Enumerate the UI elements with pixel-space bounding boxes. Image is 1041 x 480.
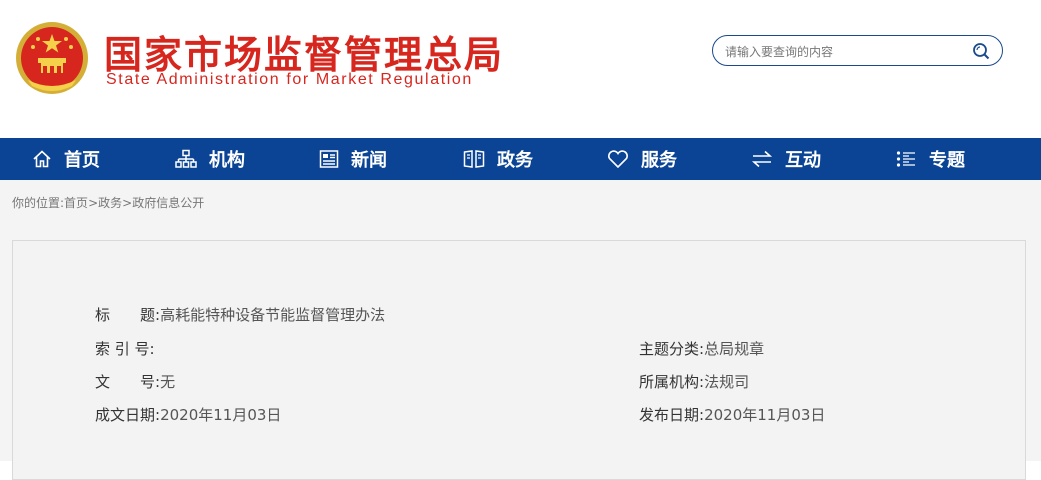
publish-label: 发布日期: [639, 406, 705, 424]
nav-org[interactable]: 机构 [175, 138, 245, 180]
nav-home[interactable]: 首页 [32, 138, 100, 180]
nav-news[interactable]: 新闻 [319, 138, 387, 180]
search-box [712, 35, 1003, 66]
nav-org-label: 机构 [209, 150, 245, 171]
breadcrumb-info[interactable]: 政府信息公开 [132, 196, 204, 210]
doc-value: 无 [160, 373, 176, 391]
news-icon [319, 150, 339, 168]
info-date-row: 成文日期:2020年11月03日 [95, 404, 281, 425]
nav-gov[interactable]: 政务 [463, 138, 533, 180]
site-title-en[interactable]: State Administration for Market Regulati… [106, 71, 473, 89]
date-value: 2020年11月03日 [160, 406, 282, 424]
search-icon[interactable] [972, 42, 990, 60]
doc-label: 文 号: [95, 373, 161, 391]
book-icon [463, 150, 485, 168]
org-chart-icon [175, 149, 197, 168]
topic-list-icon [896, 151, 915, 167]
nav-service[interactable]: 服务 [607, 138, 677, 180]
national-emblem-icon[interactable] [14, 20, 90, 96]
nav-topic-label: 专题 [929, 150, 965, 171]
nav-news-label: 新闻 [351, 150, 387, 171]
info-doc-row: 文 号:无 [95, 371, 175, 392]
info-publish-row: 发布日期:2020年11月03日 [639, 404, 825, 425]
breadcrumb-gov[interactable]: 政务 [98, 196, 122, 210]
nav-interact-label: 互动 [785, 150, 821, 171]
nav-interact[interactable]: 互动 [751, 138, 821, 180]
document-info-box [12, 240, 1026, 480]
org-value: 法规司 [704, 373, 750, 391]
org-label: 所属机构: [639, 373, 705, 391]
main-nav: 首页 机构 新闻 政务 服务 互动 专题 [0, 138, 1041, 180]
nav-home-label: 首页 [64, 150, 100, 171]
nav-service-label: 服务 [641, 150, 677, 171]
heart-icon [608, 150, 628, 169]
info-title-row: 标 题:高耗能特种设备节能监督管理办法 [95, 304, 385, 325]
exchange-icon [751, 150, 773, 168]
info-category-row: 主题分类:总局规章 [639, 338, 764, 359]
breadcrumb-sep: > [122, 196, 133, 210]
home-icon [33, 150, 51, 168]
info-index-row: 索 引 号: [95, 338, 155, 359]
nav-gov-label: 政务 [497, 150, 533, 171]
info-org-row: 所属机构:法规司 [639, 371, 749, 392]
breadcrumb-prefix: 你的位置: [12, 196, 65, 210]
category-label: 主题分类: [639, 340, 705, 358]
title-value: 高耗能特种设备节能监督管理办法 [160, 306, 386, 324]
breadcrumb-home[interactable]: 首页 [64, 196, 88, 210]
date-label: 成文日期: [95, 406, 161, 424]
category-value: 总局规章 [704, 340, 765, 358]
breadcrumb: 你的位置:首页>政务>政府信息公开 [12, 194, 204, 211]
site-header: 国家市场监督管理总局 State Administration for Mark… [0, 0, 1041, 138]
nav-topic[interactable]: 专题 [895, 138, 965, 180]
title-label: 标 题: [95, 306, 161, 324]
search-input[interactable] [723, 41, 967, 63]
index-label: 索 引 号: [95, 340, 155, 358]
publish-value: 2020年11月03日 [704, 406, 826, 424]
breadcrumb-sep: > [88, 196, 99, 210]
